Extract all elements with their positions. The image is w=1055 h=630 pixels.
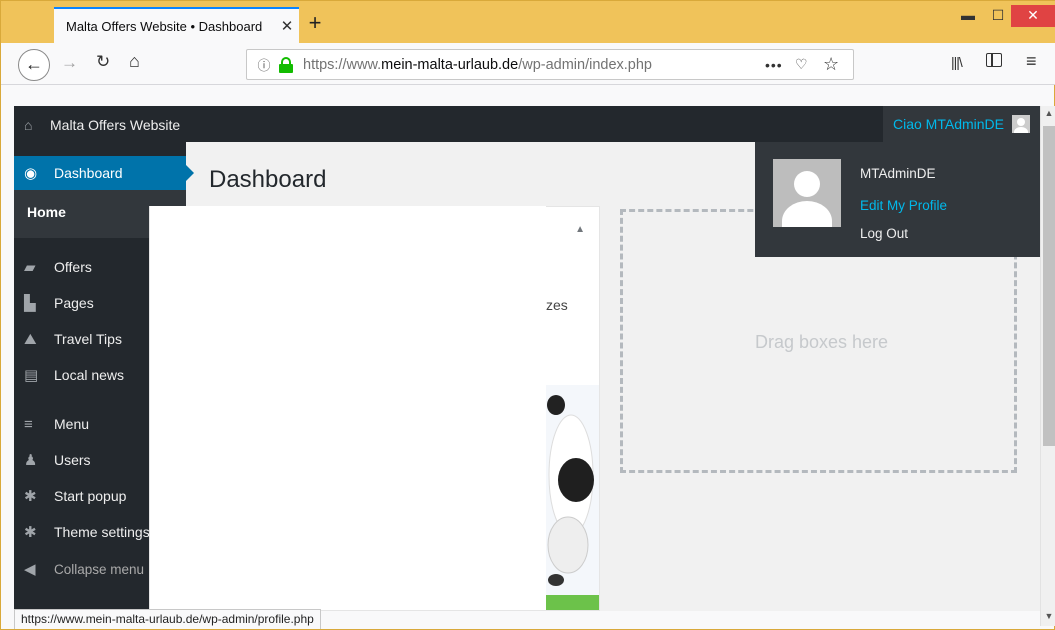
drop-zone-text: Drag boxes here bbox=[754, 332, 889, 352]
sidebar-item-label: Pages bbox=[54, 295, 94, 311]
avatar bbox=[1012, 115, 1030, 133]
account-name[interactable]: MTAdminDE bbox=[860, 166, 936, 181]
page-viewport: ⌂ Malta Offers Website Ciao MTAdminDE ◉ … bbox=[14, 106, 1040, 611]
account-dropdown: MTAdminDE Edit My Profile Log Out bbox=[755, 142, 1040, 257]
tab-close-icon[interactable]: ✕ bbox=[275, 17, 299, 35]
star-icon[interactable]: ☆ bbox=[823, 54, 853, 75]
collapse-icon: ◀ bbox=[24, 561, 36, 578]
hamburger-menu-icon[interactable]: ≡ bbox=[1026, 51, 1037, 72]
scroll-down-icon[interactable]: ▼ bbox=[1041, 611, 1055, 621]
edit-profile-link[interactable]: Edit My Profile bbox=[860, 198, 947, 213]
pocket-icon[interactable]: ♡ bbox=[795, 56, 823, 73]
panda-illustration bbox=[546, 385, 599, 610]
admin-bar: ⌂ Malta Offers Website Ciao MTAdminDE bbox=[14, 106, 1040, 142]
status-bar-url: https://www.mein-malta-urlaub.de/wp-admi… bbox=[14, 609, 321, 629]
info-icon[interactable]: ⓘ bbox=[253, 55, 275, 74]
reload-icon[interactable]: ↻ bbox=[96, 52, 110, 72]
travel-tips-icon: ⛰ bbox=[24, 330, 37, 348]
scrollbar-thumb[interactable] bbox=[1043, 126, 1055, 446]
gear-icon: ✱ bbox=[24, 524, 37, 541]
url-path: /wp-admin/index.php bbox=[518, 56, 652, 73]
vertical-scrollbar[interactable]: ▲ ▼ bbox=[1040, 106, 1055, 626]
collapse-menu-label: Collapse menu bbox=[54, 561, 145, 577]
url-bar[interactable]: ⓘ https://www.mein-malta-urlaub.de/wp-ad… bbox=[246, 49, 854, 80]
page-title: Dashboard bbox=[209, 166, 327, 193]
url-domain: mein-malta-urlaub.de bbox=[381, 56, 519, 73]
minimize-button[interactable]: ▬ bbox=[953, 5, 983, 27]
site-home-icon[interactable]: ⌂ bbox=[24, 117, 32, 133]
submenu-item-home[interactable]: Home bbox=[27, 204, 66, 220]
url-text[interactable]: https://www.mein-malta-urlaub.de/wp-admi… bbox=[303, 57, 765, 73]
redacted-area bbox=[150, 206, 546, 609]
url-prefix: https://www. bbox=[303, 56, 382, 73]
sidebar-item-label: Menu bbox=[54, 416, 90, 432]
sidebar-item-label: Travel Tips bbox=[54, 331, 122, 347]
sidebar-item-label: Theme settings bbox=[54, 524, 150, 540]
pages-icon: ▙ bbox=[24, 295, 36, 312]
sidebar-item-label: Offers bbox=[54, 259, 92, 275]
title-bar: Malta Offers Website • Dashboard ✕ + ▬ ☐… bbox=[1, 1, 1055, 43]
browser-window: Malta Offers Website • Dashboard ✕ + ▬ ☐… bbox=[0, 0, 1055, 630]
offers-icon: ▰ bbox=[24, 259, 36, 276]
widget-toggle-icon[interactable]: ▲ bbox=[575, 224, 585, 235]
sidebar-item-label: Dashboard bbox=[54, 165, 123, 181]
navigation-bar: ← → ↻ ⌂ ⓘ https://www.mein-malta-urlaub.… bbox=[1, 43, 1055, 85]
lock-icon[interactable] bbox=[279, 56, 293, 73]
profile-avatar[interactable] bbox=[773, 159, 841, 227]
local-news-icon: ▤ bbox=[24, 367, 39, 384]
greeting-text: Ciao MTAdminDE bbox=[893, 116, 1004, 132]
home-icon[interactable]: ⌂ bbox=[129, 51, 140, 72]
sidebar-icon[interactable] bbox=[986, 53, 1002, 67]
sidebar-item-label: Local news bbox=[54, 367, 125, 383]
more-icon[interactable]: ••• bbox=[765, 57, 795, 73]
logout-link[interactable]: Log Out bbox=[860, 226, 908, 241]
scroll-up-icon[interactable]: ▲ bbox=[1041, 108, 1055, 118]
sidebar-item-dashboard[interactable]: ◉ Dashboard bbox=[14, 156, 194, 190]
forward-arrow-icon[interactable]: → bbox=[61, 53, 78, 73]
library-icon[interactable]: |||\ bbox=[951, 54, 963, 70]
sidebar-item-label: Start popup bbox=[54, 488, 127, 504]
back-arrow-icon[interactable]: ← bbox=[18, 49, 50, 81]
widget-text: zes bbox=[546, 297, 568, 313]
users-icon: ♟ bbox=[24, 452, 38, 469]
close-window-button[interactable]: ✕ bbox=[1011, 5, 1055, 27]
sidebar-item-label: Users bbox=[54, 452, 91, 468]
gear-icon: ✱ bbox=[24, 488, 37, 505]
account-menu-toggle[interactable]: Ciao MTAdminDE bbox=[883, 106, 1040, 142]
tab-title: Malta Offers Website • Dashboard bbox=[66, 18, 263, 34]
maximize-button[interactable]: ☐ bbox=[983, 5, 1013, 27]
dashboard-icon: ◉ bbox=[24, 165, 38, 182]
site-name-link[interactable]: Malta Offers Website bbox=[50, 117, 180, 133]
new-tab-button[interactable]: + bbox=[301, 10, 329, 38]
menu-icon: ≡ bbox=[24, 415, 33, 433]
browser-tab[interactable]: Malta Offers Website • Dashboard ✕ bbox=[54, 7, 299, 43]
